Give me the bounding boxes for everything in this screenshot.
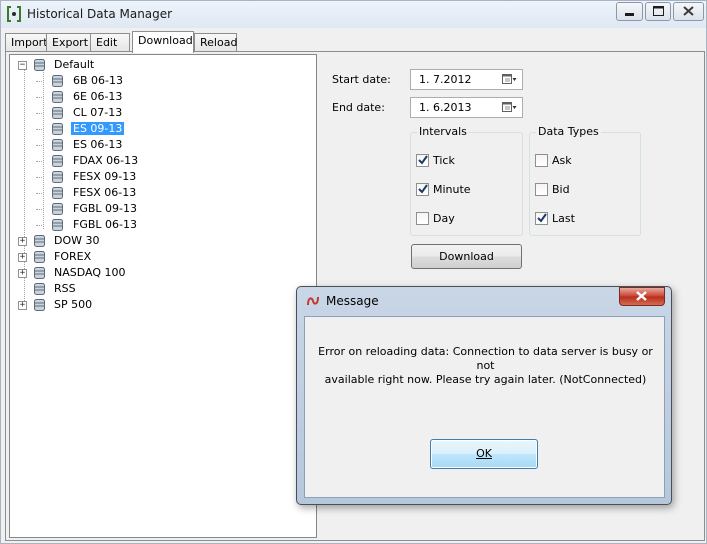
expand-icon[interactable]: + bbox=[18, 253, 27, 262]
expand-icon[interactable]: + bbox=[18, 301, 27, 310]
database-icon bbox=[52, 171, 63, 183]
dialog-title: Message bbox=[326, 294, 379, 308]
tab-download[interactable]: Download bbox=[132, 31, 194, 53]
tree-label: Default bbox=[54, 58, 95, 71]
tree-label: CL 07-13 bbox=[73, 106, 123, 119]
database-icon bbox=[52, 123, 63, 135]
tree-label: FDAX 06-13 bbox=[73, 154, 139, 167]
calendar-dropdown-icon[interactable] bbox=[502, 73, 517, 86]
database-icon bbox=[34, 251, 45, 263]
error-message-line: available right now. Please try again la… bbox=[324, 373, 647, 386]
database-icon bbox=[52, 139, 63, 151]
end-date-value: 1. 6.2013 bbox=[419, 101, 472, 114]
tree-label: 6B 06-13 bbox=[73, 74, 124, 87]
check-icon bbox=[418, 155, 428, 165]
tree-label: NASDAQ 100 bbox=[54, 266, 126, 279]
tab-edit[interactable]: Edit bbox=[90, 33, 130, 52]
close-icon bbox=[636, 291, 647, 301]
tree-label: DOW 30 bbox=[54, 234, 100, 247]
download-button[interactable]: Download bbox=[411, 244, 522, 269]
database-icon bbox=[52, 155, 63, 167]
message-dialog: Message Error on reloading data: Connect… bbox=[296, 286, 672, 505]
tree-line bbox=[43, 69, 44, 229]
close-button[interactable] bbox=[673, 2, 704, 21]
collapse-icon[interactable]: − bbox=[18, 61, 27, 70]
tree-label: RSS bbox=[54, 282, 76, 295]
end-date-picker[interactable]: 1. 6.2013 bbox=[410, 97, 523, 118]
tick-label: Tick bbox=[433, 154, 455, 167]
ask-label: Ask bbox=[552, 154, 572, 167]
tree-label: FESX 09-13 bbox=[73, 170, 137, 183]
dialog-close-button[interactable] bbox=[619, 287, 665, 306]
database-icon bbox=[52, 219, 63, 231]
tree-label: ES 09-13 bbox=[71, 122, 125, 135]
database-icon bbox=[52, 187, 63, 199]
database-icon bbox=[52, 91, 63, 103]
expand-icon[interactable]: + bbox=[18, 269, 27, 278]
main-window: Historical Data Manager Import Export Ed… bbox=[0, 0, 707, 544]
database-icon bbox=[34, 299, 45, 311]
tree-label: SP 500 bbox=[54, 298, 93, 311]
database-icon bbox=[34, 283, 45, 295]
database-icon bbox=[34, 59, 45, 71]
database-icon bbox=[34, 235, 45, 247]
last-checkbox[interactable] bbox=[535, 212, 548, 225]
tab-reload[interactable]: Reload bbox=[194, 33, 237, 52]
intervals-title: Intervals bbox=[417, 125, 469, 138]
error-message: Error on reloading data: Connection to d… bbox=[315, 345, 656, 387]
tree-label: FESX 06-13 bbox=[73, 186, 137, 199]
tree-label: FGBL 09-13 bbox=[73, 202, 137, 215]
tree-label: 6E 06-13 bbox=[73, 90, 123, 103]
dialog-body: Error on reloading data: Connection to d… bbox=[304, 316, 665, 498]
minute-label: Minute bbox=[433, 183, 471, 196]
tick-checkbox[interactable] bbox=[416, 154, 429, 167]
close-icon bbox=[683, 6, 694, 16]
tree-label: FOREX bbox=[54, 250, 92, 263]
window-title: Historical Data Manager bbox=[27, 7, 173, 21]
bid-label: Bid bbox=[552, 183, 570, 196]
database-icon bbox=[52, 107, 63, 119]
bid-checkbox[interactable] bbox=[535, 183, 548, 196]
app-icon bbox=[7, 6, 21, 22]
database-icon bbox=[52, 203, 63, 215]
minimize-button[interactable] bbox=[616, 2, 643, 21]
database-icon bbox=[34, 267, 45, 279]
check-icon bbox=[418, 184, 428, 194]
tree-label: FGBL 06-13 bbox=[73, 218, 137, 231]
data-types-title: Data Types bbox=[536, 125, 601, 138]
ok-label: OK bbox=[476, 447, 492, 460]
start-date-value: 1. 7.2012 bbox=[419, 73, 472, 86]
database-icon bbox=[52, 75, 63, 87]
tab-import[interactable]: Import bbox=[5, 33, 48, 52]
calendar-dropdown-icon[interactable] bbox=[502, 101, 517, 114]
maximize-icon bbox=[653, 6, 664, 16]
ok-button[interactable]: OK bbox=[430, 439, 538, 469]
day-label: Day bbox=[433, 212, 455, 225]
end-date-label: End date: bbox=[332, 101, 385, 114]
minimize-icon bbox=[625, 13, 634, 16]
maximize-button[interactable] bbox=[645, 2, 671, 21]
error-message-line: Error on reloading data: Connection to d… bbox=[318, 345, 653, 372]
day-checkbox[interactable] bbox=[416, 212, 429, 225]
check-icon bbox=[537, 213, 547, 223]
last-label: Last bbox=[552, 212, 575, 225]
ask-checkbox[interactable] bbox=[535, 154, 548, 167]
start-date-picker[interactable]: 1. 7.2012 bbox=[410, 69, 523, 90]
tree-label: ES 06-13 bbox=[73, 138, 123, 151]
symbol-tree[interactable]: − Default 6B 06-13 6E 06-13 CL 07-13 ES … bbox=[9, 54, 317, 538]
start-date-label: Start date: bbox=[332, 73, 391, 86]
expand-icon[interactable]: + bbox=[18, 237, 27, 246]
title-bar[interactable]: Historical Data Manager bbox=[1, 1, 706, 28]
app-logo-icon bbox=[307, 296, 319, 306]
minute-checkbox[interactable] bbox=[416, 183, 429, 196]
tab-export[interactable]: Export bbox=[46, 33, 91, 52]
